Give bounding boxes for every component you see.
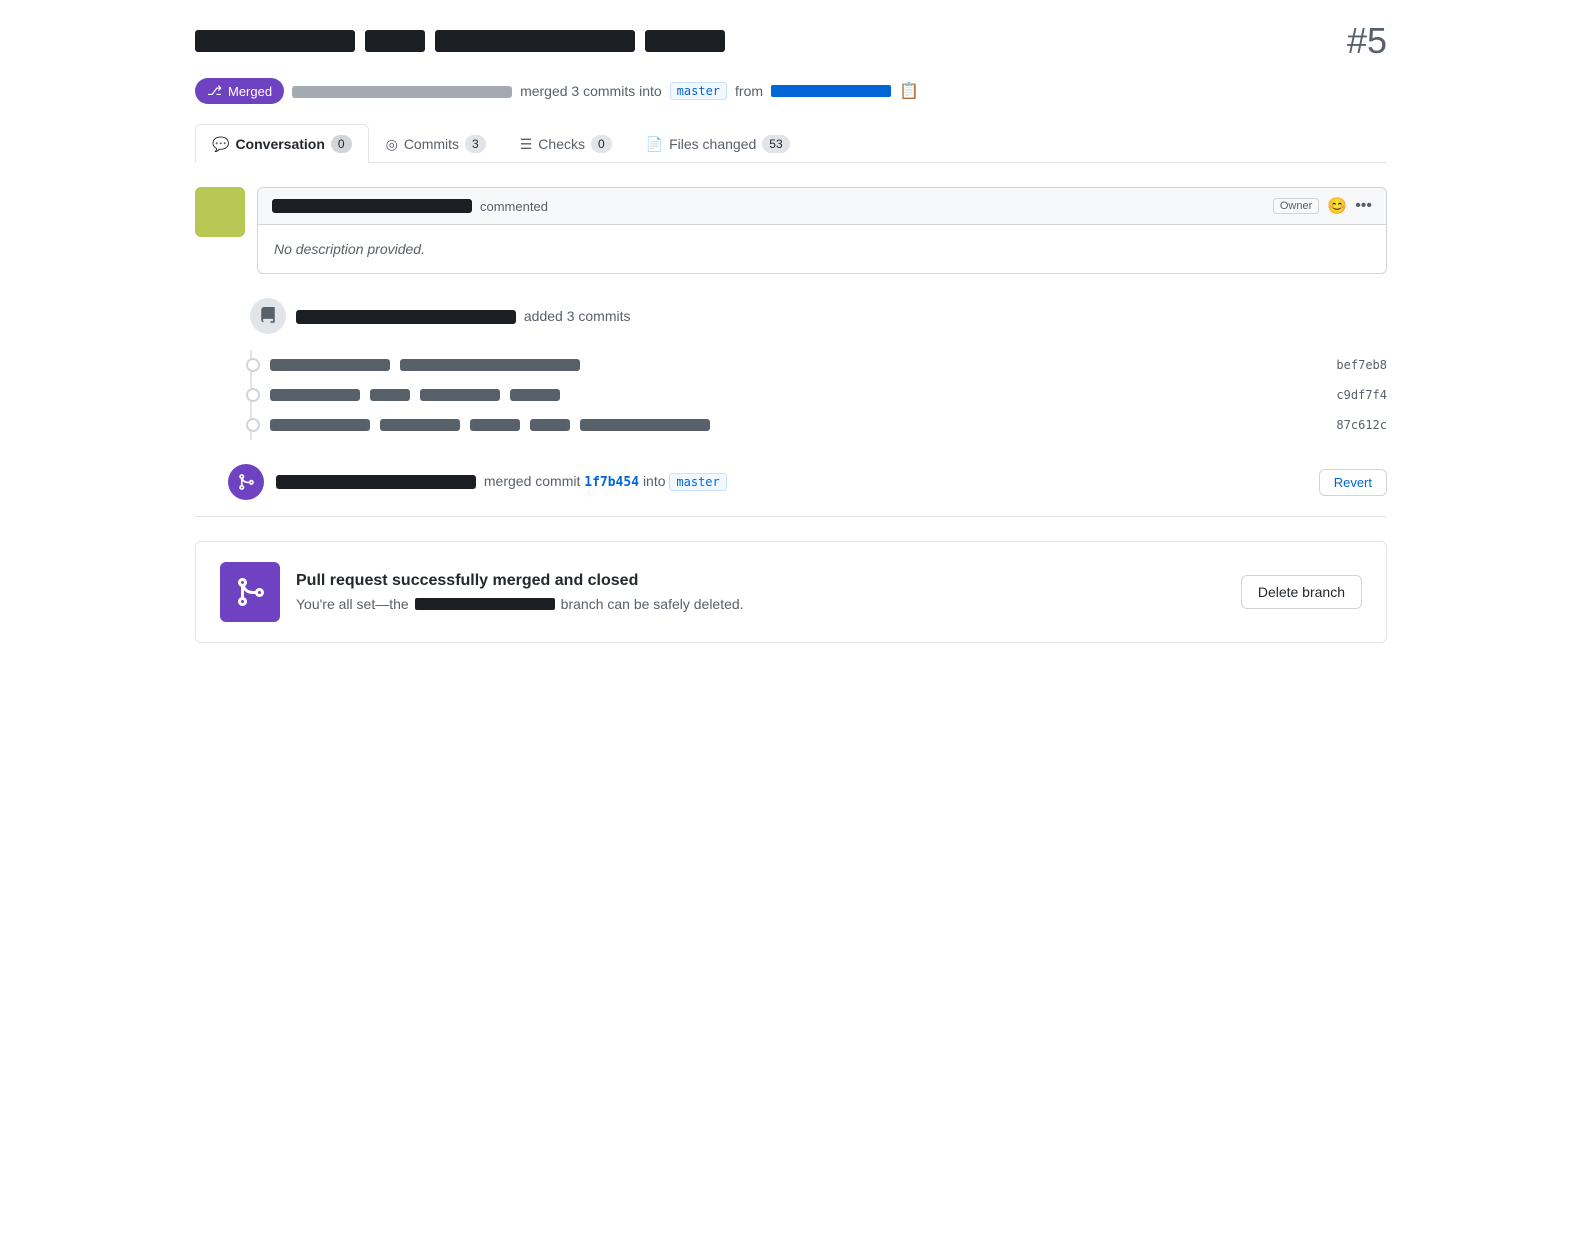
comment-body-text: No description provided. bbox=[274, 241, 425, 257]
pr-header: #5 bbox=[195, 20, 1387, 62]
commit-msg-part11 bbox=[580, 419, 710, 431]
merge-success-icon bbox=[220, 562, 280, 622]
table-row: 87c612c bbox=[270, 410, 1387, 440]
files-label: Files changed bbox=[669, 136, 756, 152]
comment-container: commented Owner 😊 ••• No description pro… bbox=[195, 187, 1387, 274]
commits-username bbox=[296, 310, 516, 324]
owner-badge: Owner bbox=[1273, 198, 1319, 214]
title-block-3 bbox=[435, 30, 635, 52]
source-branch-block bbox=[771, 85, 891, 97]
merge-target-branch: master bbox=[669, 473, 726, 491]
tab-files-changed[interactable]: 📄 Files changed 53 bbox=[629, 124, 807, 163]
commit-msg-part7 bbox=[270, 419, 370, 431]
pr-meta-row: ⎇ Merged merged 3 commits into master fr… bbox=[195, 78, 1387, 104]
merged-commit-text: merged commit bbox=[484, 473, 580, 489]
pr-tabs: 💬 Conversation 0 ◎ Commits 3 ☰ Checks 0 … bbox=[195, 124, 1387, 163]
comment-header: commented Owner 😊 ••• bbox=[258, 188, 1386, 225]
commit-hash-3[interactable]: 87c612c bbox=[1336, 418, 1387, 432]
commit-msg-part2 bbox=[400, 359, 580, 371]
conversation-count: 0 bbox=[331, 135, 352, 153]
commits-section-icon bbox=[250, 298, 286, 334]
pr-number: #5 bbox=[1347, 20, 1387, 62]
title-block-2 bbox=[365, 30, 425, 52]
commits-section: added 3 commits bef7eb8 bbox=[195, 298, 1387, 440]
merge-success-text: Pull request successfully merged and clo… bbox=[296, 572, 1225, 612]
main-content: commented Owner 😊 ••• No description pro… bbox=[195, 187, 1387, 643]
files-icon: 📄 bbox=[646, 136, 663, 153]
commits-icon: ◎ bbox=[386, 136, 398, 153]
pr-title-area bbox=[195, 30, 1335, 52]
checks-label: Checks bbox=[538, 136, 585, 152]
revert-button[interactable]: Revert bbox=[1319, 469, 1387, 496]
commented-text: commented bbox=[480, 199, 548, 214]
files-count: 53 bbox=[762, 135, 789, 153]
merge-event-text: merged commit 1f7b454 into master bbox=[276, 473, 1307, 491]
commit-msg-part10 bbox=[530, 419, 570, 431]
avatar bbox=[195, 187, 245, 237]
conversation-icon: 💬 bbox=[212, 136, 229, 153]
desc-suffix: branch can be safely deleted. bbox=[561, 596, 744, 612]
target-branch-tag: master bbox=[670, 82, 727, 100]
tab-checks[interactable]: ☰ Checks 0 bbox=[503, 124, 629, 163]
commit-msg-part8 bbox=[380, 419, 460, 431]
merged-badge: ⎇ Merged bbox=[195, 78, 284, 104]
commits-header: added 3 commits bbox=[250, 298, 1387, 334]
commit-list: bef7eb8 c9df7f4 bbox=[270, 350, 1387, 440]
tab-commits[interactable]: ◎ Commits 3 bbox=[369, 124, 503, 163]
merged-label: Merged bbox=[228, 84, 272, 99]
comment-body: No description provided. bbox=[258, 225, 1386, 273]
into-text: into bbox=[643, 473, 666, 489]
comment-box: commented Owner 😊 ••• No description pro… bbox=[257, 187, 1387, 274]
clipboard-icon[interactable]: 📋 bbox=[899, 81, 919, 101]
merge-username bbox=[276, 475, 476, 489]
commits-count: 3 bbox=[465, 135, 486, 153]
comment-header-left: commented bbox=[272, 199, 548, 214]
merge-commit-hash[interactable]: 1f7b454 bbox=[584, 475, 639, 490]
comment-header-right: Owner 😊 ••• bbox=[1273, 196, 1372, 216]
merge-success-box: Pull request successfully merged and clo… bbox=[195, 541, 1387, 643]
conversation-label: Conversation bbox=[235, 136, 324, 152]
desc-prefix: You're all set—the bbox=[296, 596, 409, 612]
commit-msg-part5 bbox=[420, 389, 500, 401]
delete-branch-button[interactable]: Delete branch bbox=[1241, 575, 1362, 609]
commenter-username bbox=[272, 199, 472, 213]
merge-success-description: You're all set—the branch can be safely … bbox=[296, 596, 1225, 612]
merge-event: merged commit 1f7b454 into master Revert bbox=[195, 464, 1387, 500]
title-block-4 bbox=[645, 30, 725, 52]
section-divider bbox=[195, 516, 1387, 517]
meta-username-block bbox=[292, 83, 512, 99]
title-block-1 bbox=[195, 30, 355, 52]
checks-icon: ☰ bbox=[520, 136, 533, 153]
table-row: bef7eb8 bbox=[270, 350, 1387, 380]
branch-name-block bbox=[415, 598, 555, 610]
emoji-reaction-button[interactable]: 😊 bbox=[1327, 196, 1347, 216]
commit-msg-part6 bbox=[510, 389, 560, 401]
commit-msg-part9 bbox=[470, 419, 520, 431]
from-text: from bbox=[735, 83, 763, 99]
merge-description-text: merged 3 commits into bbox=[520, 83, 662, 99]
commits-header-text: added 3 commits bbox=[296, 308, 631, 324]
checks-count: 0 bbox=[591, 135, 612, 153]
table-row: c9df7f4 bbox=[270, 380, 1387, 410]
commit-msg-part1 bbox=[270, 359, 390, 371]
commits-label: Commits bbox=[404, 136, 459, 152]
merge-event-icon bbox=[228, 464, 264, 500]
merge-success-title: Pull request successfully merged and clo… bbox=[296, 572, 1225, 590]
commit-hash-2[interactable]: c9df7f4 bbox=[1336, 388, 1387, 402]
more-options-button[interactable]: ••• bbox=[1355, 197, 1372, 215]
added-commits-text: added 3 commits bbox=[524, 308, 631, 324]
commit-msg-part4 bbox=[370, 389, 410, 401]
tab-conversation[interactable]: 💬 Conversation 0 bbox=[195, 124, 369, 163]
commit-hash-1[interactable]: bef7eb8 bbox=[1336, 358, 1387, 372]
merge-icon: ⎇ bbox=[207, 83, 222, 99]
commit-msg-part3 bbox=[270, 389, 360, 401]
